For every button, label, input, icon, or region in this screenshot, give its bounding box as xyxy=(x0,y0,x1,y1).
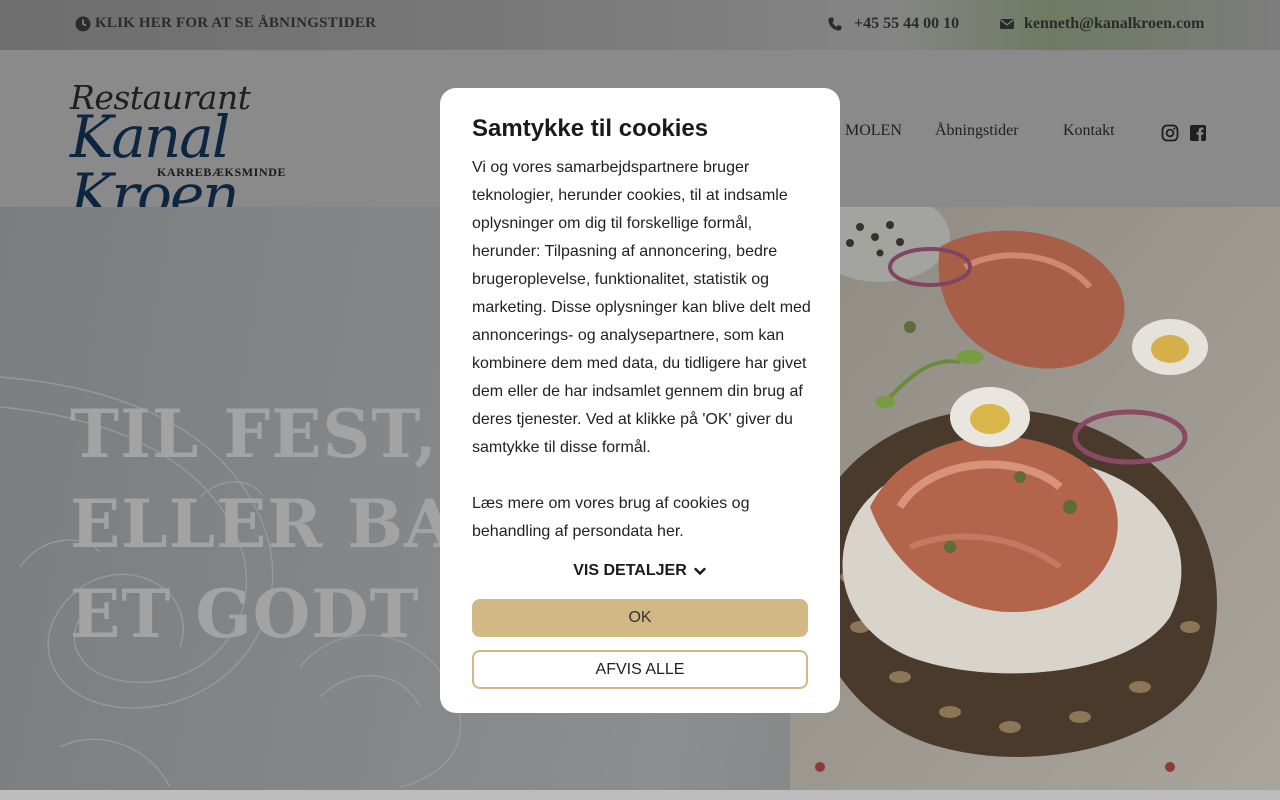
instagram-icon[interactable] xyxy=(1161,124,1179,142)
email-address: kenneth@kanalkroen.com xyxy=(1024,15,1205,32)
cookie-dialog-title: Samtykke til cookies xyxy=(472,115,709,142)
show-details-label: VIS DETALJER xyxy=(573,562,687,579)
opening-hours-link[interactable]: KLIK HER FOR AT SE ÅBNINGSTIDER xyxy=(75,15,376,32)
envelope-icon xyxy=(1000,19,1014,29)
cookie-dialog-readmore[interactable]: Læs mere om vores brug af cookies og beh… xyxy=(472,490,812,546)
food-photo xyxy=(790,207,1280,790)
cookie-consent-dialog: Samtykke til cookies Vi og vores samarbe… xyxy=(440,88,840,713)
clock-icon xyxy=(75,16,91,31)
ok-button[interactable]: OK xyxy=(472,599,808,637)
reject-all-button[interactable]: AFVIS ALLE xyxy=(472,650,808,689)
social-links xyxy=(1161,124,1207,142)
phone-number: +45 55 44 00 10 xyxy=(854,15,960,32)
opening-hours-link-label: KLIK HER FOR AT SE ÅBNINGSTIDER xyxy=(95,15,377,31)
phone-icon xyxy=(828,17,842,31)
show-details-toggle[interactable]: VIS DETALJER xyxy=(440,562,840,580)
facebook-icon[interactable] xyxy=(1189,124,1207,142)
nav-item-contact[interactable]: Kontakt xyxy=(1063,122,1115,140)
cookie-dialog-description: Vi og vores samarbejdspartnere bruger te… xyxy=(472,159,811,456)
email-link[interactable]: kenneth@kanalkroen.com xyxy=(1000,15,1204,33)
nav-item-molen[interactable]: MOLEN xyxy=(845,122,902,140)
top-bar: KLIK HER FOR AT SE ÅBNINGSTIDER +45 55 4… xyxy=(0,0,1280,50)
chevron-down-icon xyxy=(694,567,706,576)
restaurant-logo[interactable]: Restaurant Kanal Kroen KARREBÆKSMINDE xyxy=(70,78,380,224)
phone-link[interactable]: +45 55 44 00 10 xyxy=(828,15,959,33)
nav-item-opening-hours[interactable]: Åbningstider xyxy=(935,122,1019,140)
hero-heading-line-1: TIL FEST, xyxy=(70,395,439,473)
logo-line-town: KARREBÆKSMINDE xyxy=(157,165,287,179)
cookie-dialog-body: Vi og vores samarbejdspartnere bruger te… xyxy=(472,154,812,546)
page-bottom-strip xyxy=(0,790,1280,800)
